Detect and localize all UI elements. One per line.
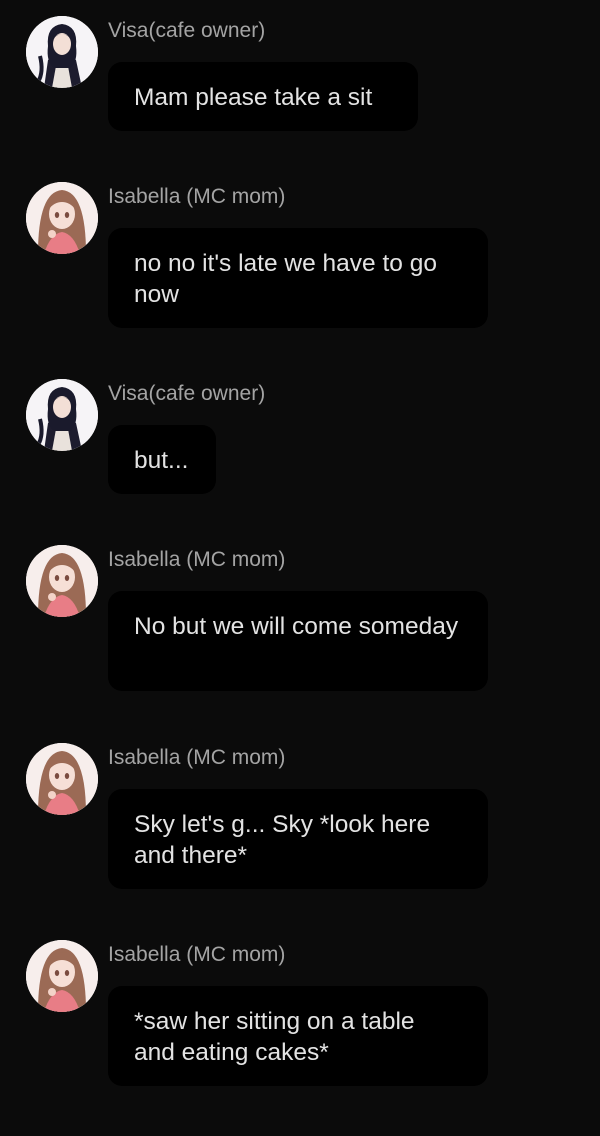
author-name: Isabella (MC mom) bbox=[108, 548, 286, 571]
character-portrait-icon bbox=[26, 743, 98, 815]
character-portrait-icon bbox=[26, 940, 98, 1012]
isabella-avatar[interactable] bbox=[26, 545, 98, 617]
message-text: No but we will come someday bbox=[134, 613, 459, 640]
author-name: Isabella (MC mom) bbox=[108, 185, 286, 208]
message-bubble[interactable]: Mam please take a sit bbox=[108, 62, 418, 131]
message-bubble[interactable]: but... bbox=[108, 425, 216, 494]
message-bubble[interactable]: *saw her sitting on a table and eating c… bbox=[108, 986, 488, 1086]
character-portrait-icon bbox=[26, 545, 98, 617]
visa-avatar[interactable] bbox=[26, 379, 98, 451]
author-name: Visa(cafe owner) bbox=[108, 19, 266, 42]
isabella-avatar[interactable] bbox=[26, 743, 98, 815]
visa-avatar[interactable] bbox=[26, 16, 98, 88]
message-bubble[interactable]: No but we will come someday bbox=[108, 591, 488, 691]
isabella-avatar[interactable] bbox=[26, 940, 98, 1012]
character-portrait-icon bbox=[26, 379, 98, 451]
author-name: Isabella (MC mom) bbox=[108, 943, 286, 966]
message-text: *saw her sitting on a table and eating c… bbox=[134, 1008, 415, 1066]
character-portrait-icon bbox=[26, 16, 98, 88]
character-portrait-icon bbox=[26, 182, 98, 254]
message-text: but... bbox=[134, 447, 189, 474]
message-text: Mam please take a sit bbox=[134, 84, 373, 111]
message-text: Sky let's g... Sky *look here and there* bbox=[134, 811, 431, 869]
message-bubble[interactable]: Sky let's g... Sky *look here and there* bbox=[108, 789, 488, 889]
message-text: no no it's late we have to go now bbox=[134, 250, 437, 308]
author-name: Isabella (MC mom) bbox=[108, 746, 286, 769]
isabella-avatar[interactable] bbox=[26, 182, 98, 254]
message-bubble[interactable]: no no it's late we have to go now bbox=[108, 228, 488, 328]
author-name: Visa(cafe owner) bbox=[108, 382, 266, 405]
